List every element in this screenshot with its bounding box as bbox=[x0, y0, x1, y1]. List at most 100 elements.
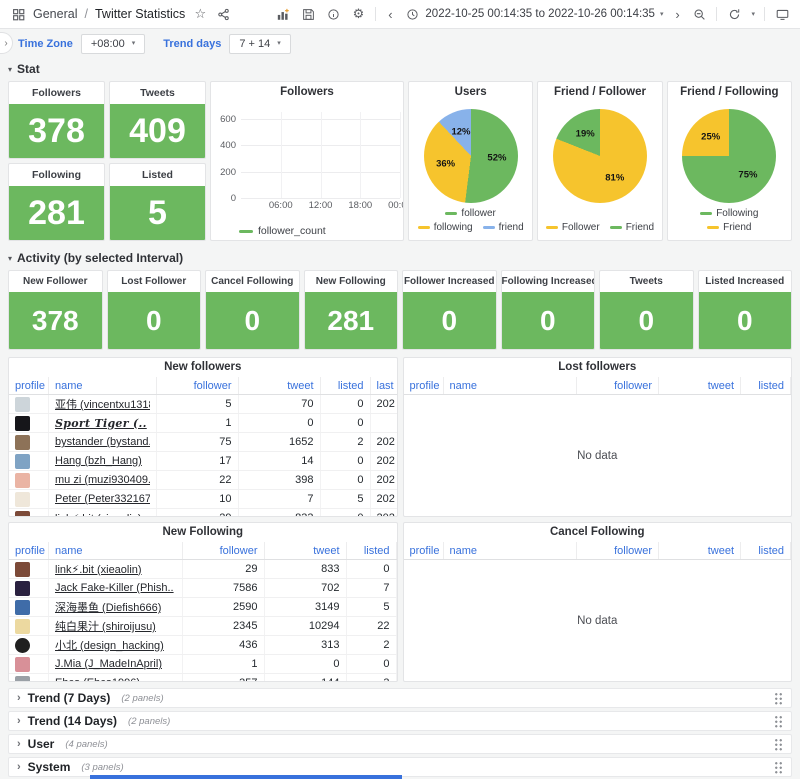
column-header-tweet[interactable]: tweet bbox=[659, 377, 741, 394]
column-header-last[interactable]: last bbox=[371, 377, 397, 394]
dashboard-settings-icon[interactable]: ⚙ bbox=[350, 6, 366, 22]
profile-name-link[interactable]: 纯白果汁 (shiroijusu) bbox=[55, 618, 156, 634]
column-header-listed[interactable]: listed bbox=[347, 542, 397, 559]
time-range-picker[interactable]: 2022-10-25 00:14:35 to 2022-10-26 00:14:… bbox=[404, 6, 663, 22]
table-panel-title[interactable]: Lost followers bbox=[404, 358, 792, 377]
table-panel-title[interactable]: New followers bbox=[9, 358, 397, 377]
legend-item[interactable]: follower bbox=[445, 208, 495, 219]
stat-panel-title[interactable]: New Follower bbox=[9, 271, 102, 292]
timezone-select[interactable]: +08:00 ▾ bbox=[81, 34, 145, 54]
pie-chart[interactable]: 52%36%12% bbox=[424, 109, 518, 203]
column-header-follower[interactable]: follower bbox=[183, 542, 265, 559]
info-circle-icon[interactable] bbox=[325, 6, 341, 22]
column-header-listed[interactable]: listed bbox=[741, 542, 791, 559]
save-dashboard-icon[interactable] bbox=[300, 6, 316, 22]
column-header-name[interactable]: name bbox=[444, 377, 578, 394]
profile-name-link[interactable]: J.Mia (J_MadeInApril) bbox=[55, 658, 162, 670]
profile-name-link[interactable]: 小北 (design_hacking) bbox=[55, 637, 164, 653]
stat-panel: Lost Follower0 bbox=[107, 270, 202, 350]
time-range-forward-icon[interactable]: › bbox=[672, 6, 682, 22]
legend-item[interactable]: following bbox=[418, 222, 473, 233]
dashboards-grid-icon[interactable] bbox=[10, 6, 26, 22]
stat-panel-title[interactable]: Followers bbox=[9, 82, 104, 104]
table-panel-title[interactable]: Cancel Following bbox=[404, 523, 792, 542]
refresh-interval-dropdown[interactable]: ▾ bbox=[751, 11, 755, 18]
page-title[interactable]: Twitter Statistics bbox=[95, 7, 185, 21]
table-panel-title[interactable]: New Following bbox=[9, 523, 397, 542]
horizontal-scrollbar-thumb[interactable] bbox=[90, 775, 402, 779]
column-header-listed[interactable]: listed bbox=[321, 377, 371, 394]
share-icon[interactable] bbox=[215, 6, 231, 22]
row-drag-handle[interactable] bbox=[774, 761, 783, 774]
profile-name-link[interactable]: 深海墨鱼 (Diefish666) bbox=[55, 599, 161, 615]
stat-panel-title[interactable]: Listed Increased bbox=[699, 271, 792, 292]
column-header-profile[interactable]: profile bbox=[9, 377, 49, 394]
column-header-name[interactable]: name bbox=[444, 542, 578, 559]
chart-legend[interactable]: follower_count bbox=[211, 222, 403, 240]
panel-title[interactable]: Users bbox=[455, 82, 487, 102]
legend-item[interactable]: Friend bbox=[610, 222, 654, 233]
profile-name-link[interactable]: 亚伟 (vincentxu1318) bbox=[55, 396, 150, 412]
column-header-follower[interactable]: follower bbox=[577, 542, 659, 559]
profile-name-link[interactable]: Jack Fake-Killer (Phish.. bbox=[55, 582, 174, 594]
column-header-profile[interactable]: profile bbox=[9, 542, 49, 559]
stat-panel-title[interactable]: Cancel Following bbox=[206, 271, 299, 292]
table-panel: New Followingprofilenamefollowertweetlis… bbox=[8, 522, 398, 682]
profile-name-link[interactable]: mu zi (muzi930409.. bbox=[55, 474, 150, 486]
stat-panel-title[interactable]: Listed bbox=[110, 164, 205, 186]
column-header-tweet[interactable]: tweet bbox=[239, 377, 321, 394]
legend-item[interactable]: friend bbox=[483, 222, 524, 233]
pie-chart[interactable]: 81%19% bbox=[553, 109, 647, 203]
dashboard-row-trend-7-days[interactable]: ›Trend (7 Days)(2 panels) bbox=[8, 688, 792, 708]
stat-panel-title[interactable]: Tweets bbox=[110, 82, 205, 104]
stat-panel-title[interactable]: Lost Follower bbox=[108, 271, 201, 292]
profile-name-link[interactable]: link⚡.bit (xieaolin) bbox=[55, 563, 142, 576]
legend-item[interactable]: Following bbox=[700, 208, 758, 219]
cycle-view-monitor-icon[interactable] bbox=[774, 6, 790, 22]
row-header-stat[interactable]: ▾ Stat bbox=[8, 61, 792, 77]
column-header-listed[interactable]: listed bbox=[741, 377, 791, 394]
stat-panel-title[interactable]: Following bbox=[9, 164, 104, 186]
column-header-profile[interactable]: profile bbox=[404, 542, 444, 559]
column-header-name[interactable]: name bbox=[49, 377, 157, 394]
profile-name-link[interactable]: bystander (bystand.. bbox=[55, 436, 150, 448]
time-range-back-icon[interactable]: ‹ bbox=[385, 6, 395, 22]
top-nav: General / Twitter Statistics ☆ ⚙ ‹ 2022-… bbox=[0, 0, 800, 29]
panel-title[interactable]: Followers bbox=[211, 82, 403, 102]
add-panel-icon[interactable] bbox=[275, 6, 291, 22]
dashboard-row-trend-14-days[interactable]: ›Trend (14 Days)(2 panels) bbox=[8, 711, 792, 731]
profile-name-link[interactable]: link⚡.bit (xieaolin) bbox=[55, 512, 142, 518]
sidebar-toggle[interactable]: › bbox=[0, 32, 13, 54]
favorite-star-icon[interactable]: ☆ bbox=[192, 6, 208, 22]
stat-panel-title[interactable]: Tweets bbox=[600, 271, 693, 292]
zoom-out-icon[interactable] bbox=[691, 6, 707, 22]
dashboard-row-user[interactable]: ›User(4 panels) bbox=[8, 734, 792, 754]
column-header-tweet[interactable]: tweet bbox=[659, 542, 741, 559]
profile-name-link[interactable]: Hang (bzh_Hang) bbox=[55, 455, 142, 467]
profile-name-link[interactable]: Peter (Peter332167.. bbox=[55, 493, 150, 505]
time-series-plot[interactable]: 600400200006:0012:0018:0000:00 bbox=[211, 102, 403, 222]
column-header-follower[interactable]: follower bbox=[577, 377, 659, 394]
profile-name-link[interactable]: Sport Tiger (.. bbox=[55, 417, 147, 430]
row-drag-handle[interactable] bbox=[774, 692, 783, 705]
refresh-icon[interactable] bbox=[726, 6, 742, 22]
trend-days-select[interactable]: 7 + 14 ▾ bbox=[229, 34, 290, 54]
row-header-activity[interactable]: ▾ Activity (by selected Interval) bbox=[8, 250, 792, 266]
row-drag-handle[interactable] bbox=[774, 738, 783, 751]
column-header-profile[interactable]: profile bbox=[404, 377, 444, 394]
profile-name-link[interactable]: Ebco (Ebco1996) bbox=[55, 677, 140, 682]
breadcrumb-folder[interactable]: General bbox=[33, 7, 77, 21]
column-header-name[interactable]: name bbox=[49, 542, 183, 559]
stat-panel-title[interactable]: Following Increased bbox=[502, 271, 595, 292]
column-header-follower[interactable]: follower bbox=[157, 377, 239, 394]
column-header-tweet[interactable]: tweet bbox=[265, 542, 347, 559]
stat-panel-title[interactable]: New Following bbox=[305, 271, 398, 292]
panel-title[interactable]: Friend / Following bbox=[680, 82, 778, 102]
row-drag-handle[interactable] bbox=[774, 715, 783, 728]
legend-item[interactable]: Follower bbox=[546, 222, 600, 233]
stat-panel-title[interactable]: Follower Increased bbox=[403, 271, 496, 292]
panel-title[interactable]: Friend / Follower bbox=[554, 82, 646, 102]
legend-item[interactable]: Friend bbox=[707, 222, 751, 233]
dashboard-row-system[interactable]: ›System(3 panels) bbox=[8, 757, 792, 777]
pie-chart[interactable]: 75%25% bbox=[682, 109, 776, 203]
